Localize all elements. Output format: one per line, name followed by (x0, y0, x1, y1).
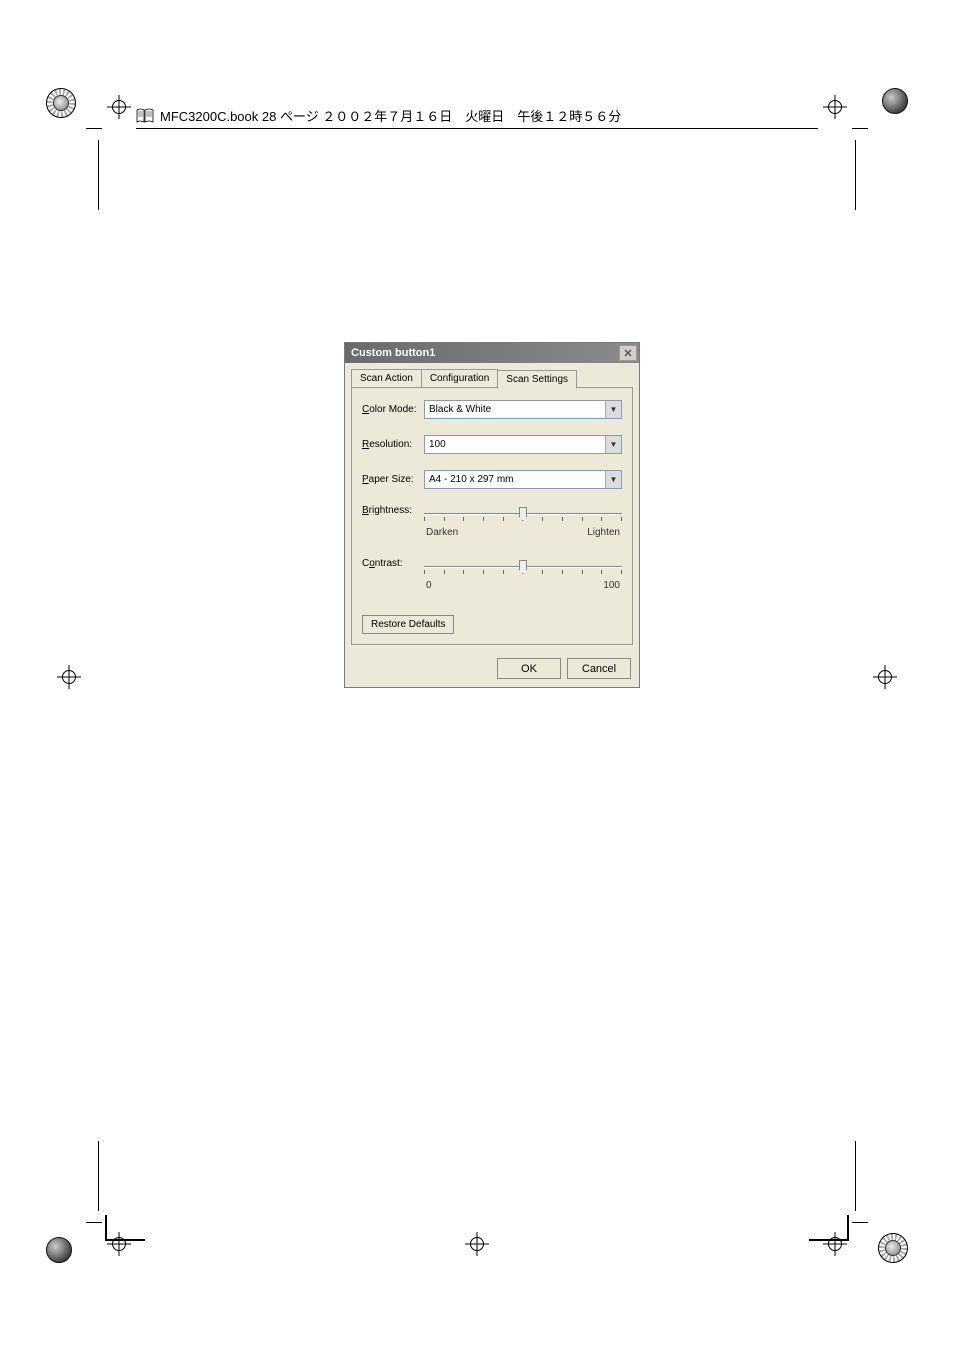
brightness-max-label: Lighten (587, 527, 620, 538)
scan-settings-panel: Color Mode: Black & White ▼ Resolution: … (351, 387, 633, 645)
crop-mark (852, 1222, 868, 1223)
crop-mark (86, 1222, 102, 1223)
crop-corner (105, 1215, 145, 1241)
crosshair-icon (878, 670, 892, 684)
contrast-slider[interactable] (424, 558, 622, 578)
resolution-label: Resolution: (362, 439, 418, 450)
contrast-min-label: 0 (426, 580, 432, 591)
cancel-button[interactable]: Cancel (567, 658, 631, 679)
crosshair-icon (62, 670, 76, 684)
header-rule (136, 128, 818, 129)
crosshair-icon (828, 100, 842, 114)
dropdown-arrow-icon[interactable]: ▼ (605, 436, 621, 453)
brightness-slider[interactable] (424, 505, 622, 525)
contrast-row: Contrast: 0 100 (362, 558, 622, 591)
paper-size-label: Paper Size: (362, 474, 418, 485)
close-icon: ✕ (623, 347, 632, 360)
custom-button-dialog: Custom button1 ✕ Scan Action Configurati… (344, 342, 640, 688)
brightness-label: Brightness: (362, 505, 418, 516)
crop-mark (98, 1141, 99, 1211)
book-icon (136, 108, 154, 124)
page-header: MFC3200C.book 28 ページ ２００２年７月１６日 火曜日 午後１２… (136, 106, 818, 125)
tabs: Scan Action Configuration Scan Settings (345, 363, 639, 388)
brightness-row: Brightness: Darken Lighten (362, 505, 622, 538)
crosshair-icon (470, 1237, 484, 1251)
resolution-row: Resolution: 100 ▼ (362, 435, 622, 454)
tab-scan-action[interactable]: Scan Action (351, 369, 422, 388)
crop-mark (855, 140, 856, 210)
restore-defaults-button[interactable]: Restore Defaults (362, 615, 454, 634)
color-mode-label: Color Mode: (362, 404, 418, 415)
paper-size-row: Paper Size: A4 - 210 x 297 mm ▼ (362, 470, 622, 489)
dropdown-arrow-icon[interactable]: ▼ (605, 401, 621, 418)
crop-mark (852, 128, 868, 129)
dialog-title: Custom button1 (351, 347, 435, 359)
resolution-combo[interactable]: 100 ▼ (424, 435, 622, 454)
crop-mark (98, 140, 99, 210)
paper-size-value: A4 - 210 x 297 mm (425, 474, 605, 485)
crosshair-icon (112, 100, 126, 114)
tab-scan-settings[interactable]: Scan Settings (497, 370, 577, 389)
registration-icon (882, 88, 908, 114)
dialog-titlebar[interactable]: Custom button1 ✕ (345, 343, 639, 363)
ok-button[interactable]: OK (497, 658, 561, 679)
crop-corner (809, 1215, 849, 1241)
registration-icon (46, 1237, 72, 1263)
dropdown-arrow-icon[interactable]: ▼ (605, 471, 621, 488)
crop-mark (86, 128, 102, 129)
registration-icon (46, 88, 76, 118)
contrast-max-label: 100 (603, 580, 620, 591)
contrast-label: Contrast: (362, 558, 418, 569)
crop-mark (855, 1141, 856, 1211)
dialog-button-row: OK Cancel (345, 652, 639, 687)
brightness-min-label: Darken (426, 527, 458, 538)
tab-configuration[interactable]: Configuration (421, 369, 498, 388)
color-mode-combo[interactable]: Black & White ▼ (424, 400, 622, 419)
resolution-value: 100 (425, 439, 605, 450)
close-button[interactable]: ✕ (619, 345, 637, 361)
registration-icon (878, 1233, 908, 1263)
color-mode-value: Black & White (425, 404, 605, 415)
header-text: MFC3200C.book 28 ページ ２００２年７月１６日 火曜日 午後１２… (160, 106, 621, 125)
paper-size-combo[interactable]: A4 - 210 x 297 mm ▼ (424, 470, 622, 489)
color-mode-row: Color Mode: Black & White ▼ (362, 400, 622, 419)
